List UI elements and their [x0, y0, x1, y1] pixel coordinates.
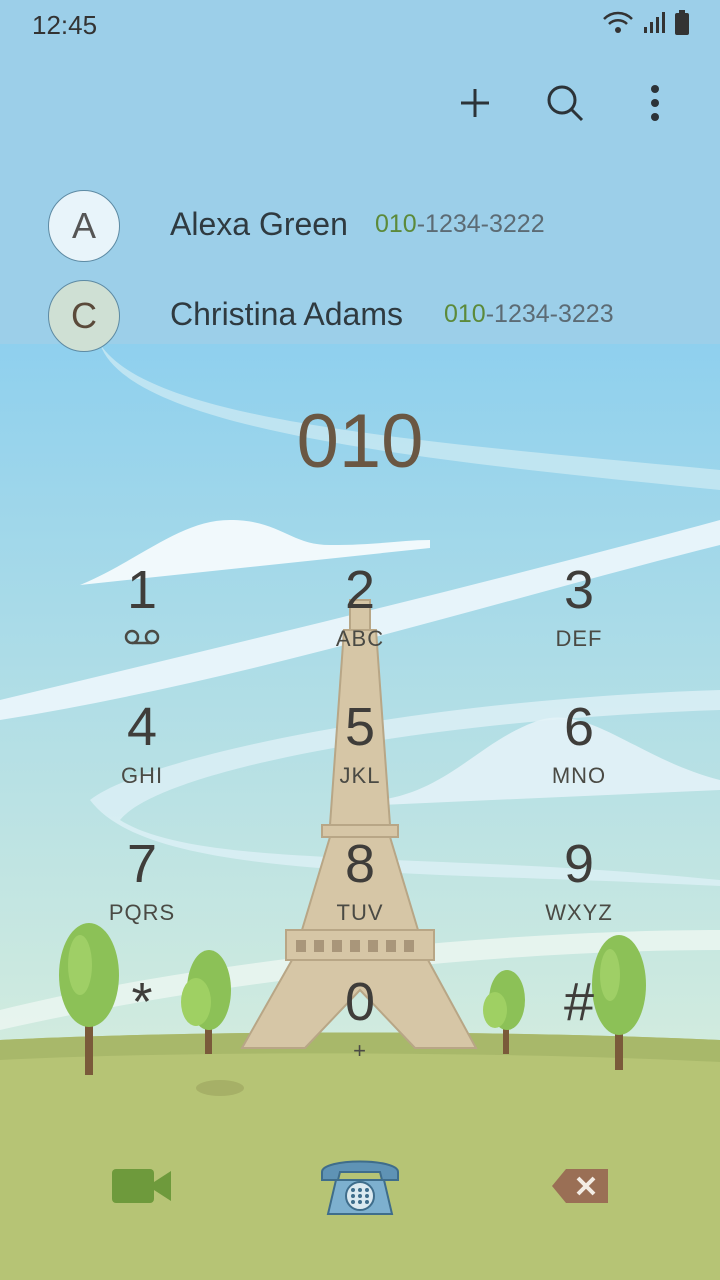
number-match: 010: [444, 300, 486, 328]
key-digit: 3: [563, 560, 595, 620]
contact-result-alexa[interactable]: A Alexa Green 010-1234-3222: [48, 190, 688, 262]
key-letters: PQRS: [108, 900, 176, 925]
contact-name: Alexa Green: [170, 206, 348, 242]
wifi-icon: [603, 11, 633, 33]
key-9[interactable]: 9 WXYZ: [489, 834, 669, 954]
status-time: 12:45: [32, 10, 98, 40]
contact-result-christina[interactable]: C Christina Adams 010-1234-3223: [48, 280, 688, 352]
key-1[interactable]: 1: [52, 560, 232, 680]
video-call-button[interactable]: [92, 1150, 192, 1222]
key-8[interactable]: 8 TUV: [270, 834, 450, 954]
key-letters: ABC: [335, 626, 385, 651]
key-digit: 1: [126, 560, 158, 620]
search-icon: [547, 85, 584, 122]
key-digit: 2: [344, 560, 376, 620]
delete-button[interactable]: [535, 1150, 625, 1222]
search-button[interactable]: [540, 78, 590, 128]
more-options-button[interactable]: [630, 78, 680, 128]
phone-call-icon: [321, 1160, 399, 1215]
number-rest: -1234-3223: [485, 300, 614, 328]
key-7[interactable]: 7 PQRS: [52, 834, 232, 954]
key-star[interactable]: *: [52, 972, 232, 1092]
signal-icon: [644, 12, 665, 33]
key-2[interactable]: 2 ABC: [270, 560, 450, 680]
call-button[interactable]: [305, 1140, 415, 1230]
key-letters: JKL: [339, 763, 381, 788]
key-letters: MNO: [551, 763, 607, 788]
key-digit: 4: [126, 697, 158, 757]
key-letters: TUV: [336, 900, 384, 925]
avatar: C: [48, 280, 120, 352]
key-digit: 9: [563, 834, 595, 894]
backspace-icon: [552, 1169, 608, 1203]
voicemail-icon: [52, 626, 232, 652]
key-letters: +: [353, 1038, 367, 1063]
key-6[interactable]: 6 MNO: [489, 697, 669, 817]
more-vertical-icon: [651, 85, 659, 121]
contact-number: 010-1234-3222: [375, 210, 545, 239]
key-letters: WXYZ: [545, 900, 613, 925]
key-3[interactable]: 3 DEF: [489, 560, 669, 680]
key-digit: 7: [126, 834, 158, 894]
contact-number: 010-1234-3223: [444, 300, 614, 329]
key-digit: 8: [344, 834, 376, 894]
key-5[interactable]: 5 JKL: [270, 697, 450, 817]
dialed-number[interactable]: 010: [0, 398, 720, 485]
key-letters: GHI: [120, 763, 164, 788]
status-bar: 12:45: [0, 0, 720, 50]
number-match: 010: [375, 210, 417, 238]
avatar: A: [48, 190, 120, 262]
key-digit: 0: [344, 972, 376, 1032]
video-call-icon: [112, 1169, 171, 1203]
key-4[interactable]: 4 GHI: [52, 697, 232, 817]
contact-name: Christina Adams: [170, 296, 403, 332]
key-hash[interactable]: #: [489, 972, 669, 1092]
key-digit: 6: [563, 697, 595, 757]
plus-icon: [461, 89, 489, 117]
key-0[interactable]: 0 +: [270, 972, 450, 1092]
top-actions: [450, 78, 680, 128]
add-contact-button[interactable]: [450, 78, 500, 128]
key-digit: 5: [344, 697, 376, 757]
status-icons: [602, 10, 690, 36]
key-letters: DEF: [555, 626, 603, 651]
battery-icon: [675, 10, 689, 35]
number-rest: -1234-3222: [416, 210, 545, 238]
key-digit: *: [131, 972, 153, 1032]
key-digit: #: [563, 972, 595, 1032]
